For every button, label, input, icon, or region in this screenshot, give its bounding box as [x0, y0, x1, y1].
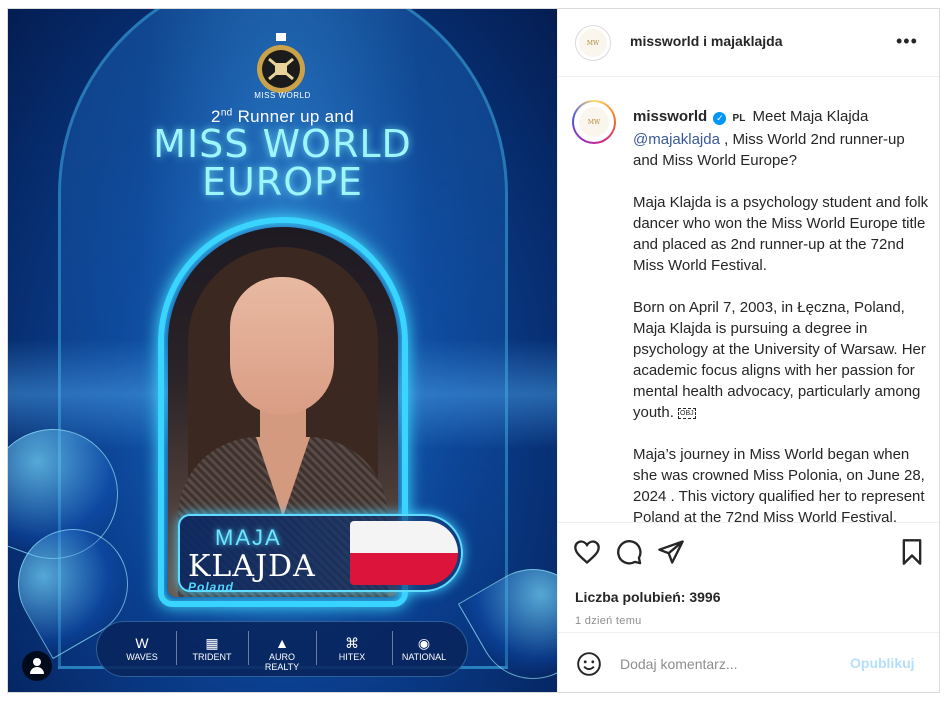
sponsor-label: NATIONAL — [401, 652, 447, 662]
sponsor-waves: W WAVES — [112, 635, 172, 662]
sponsor-label: WAVES — [126, 652, 158, 662]
poland-flag-icon — [350, 521, 458, 585]
sponsor-divider — [248, 631, 249, 665]
subtitle-ordinal: nd — [220, 107, 233, 119]
caption-paragraph-2: Born on April 7, 2003, in Łęczna, Poland… — [633, 297, 929, 423]
object-placeholder-icon: OBJ — [678, 408, 696, 419]
sponsor-divider — [392, 631, 393, 665]
image-title: MISS WORLD EUROPE — [8, 125, 557, 201]
portrait-neckline — [256, 437, 310, 517]
post-dialog: MISS WORLD 2nd Runner up and MISS WORLD … — [7, 8, 940, 693]
trident-logo-icon: ▦ — [205, 635, 219, 651]
caption-paragraph-3: Maja’s journey in Miss World began when … — [633, 446, 925, 522]
caption-paragraph-2-text: Born on April 7, 2003, in Łęczna, Poland… — [633, 299, 926, 421]
miss-world-logo-icon: MW — [587, 118, 601, 126]
comment-input[interactable] — [620, 651, 840, 677]
caption-scroll-area[interactable]: MW missworld ✓ PL Meet Maja Klajda @maja… — [558, 78, 939, 522]
comment-bubble-icon[interactable] — [615, 538, 643, 566]
comment-bar: Opublikuj — [558, 632, 939, 692]
contestant-country: Poland — [188, 580, 235, 594]
poland-flag-emoji: PL — [732, 113, 746, 124]
sponsor-label: TRIDENT — [192, 652, 232, 662]
post-sidebar: MW missworld i majaklajda ••• MW misswor… — [557, 9, 939, 692]
hitex-logo-icon: ⌘ — [345, 635, 359, 651]
header-avatar[interactable]: MW — [575, 25, 611, 61]
like-heart-icon[interactable] — [573, 538, 601, 566]
image-title-line-1: MISS WORLD — [153, 122, 412, 166]
caption-intro: Meet Maja Klajda — [748, 108, 869, 125]
national-logo-icon: ◉ — [417, 635, 431, 651]
sponsor-divider — [176, 631, 177, 665]
share-send-icon[interactable] — [657, 538, 685, 566]
caption-avatar[interactable]: MW — [574, 102, 614, 142]
auro-logo-icon: ▲ — [275, 635, 289, 651]
post-comment-button[interactable]: Opublikuj — [850, 655, 915, 671]
caption-paragraph-1: Maja Klajda is a psychology student and … — [633, 194, 929, 274]
post-header: MW missworld i majaklajda ••• — [558, 9, 939, 77]
sponsor-national: ◉ NATIONAL — [394, 635, 454, 662]
image-title-line-2: EUROPE — [201, 160, 364, 204]
caption-text: missworld ✓ PL Meet Maja Klajda @majakla… — [633, 106, 929, 522]
sponsor-trident: ▦ TRIDENT — [182, 635, 242, 662]
save-bookmark-icon[interactable] — [898, 538, 926, 566]
sponsor-hitex: ⌘ HITEX — [322, 635, 382, 662]
sponsor-label: HITEX — [338, 652, 366, 662]
sponsor-label: AURO REALTY — [264, 652, 300, 672]
post-timestamp[interactable]: 1 dzień temu — [575, 615, 642, 627]
action-bar: Liczba polubień: 3996 1 dzień temu — [558, 522, 939, 632]
miss-world-logo-icon: MW — [586, 39, 600, 47]
contestant-last-name: KLAJDA — [188, 549, 316, 584]
waves-logo-icon: W — [135, 635, 149, 651]
sponsor-divider — [316, 631, 317, 665]
more-options-icon[interactable]: ••• — [896, 31, 918, 52]
emoji-icon[interactable] — [576, 651, 602, 677]
sponsor-auro-realty: ▲ AURO REALTY — [252, 635, 312, 672]
contestant-first-name: MAJA — [215, 525, 282, 550]
tagged-users-button[interactable] — [22, 651, 52, 681]
caption-username[interactable]: missworld — [633, 108, 707, 125]
user-icon — [33, 658, 41, 666]
post-image[interactable]: MISS WORLD 2nd Runner up and MISS WORLD … — [8, 9, 557, 692]
story-ring[interactable]: MW — [572, 100, 616, 144]
likes-count[interactable]: Liczba polubień: 3996 — [575, 589, 720, 605]
crest-label: MISS WORLD — [254, 91, 311, 100]
mention-link[interactable]: @majaklajda — [633, 131, 720, 148]
header-usernames[interactable]: missworld i majaklajda — [630, 33, 783, 49]
verified-badge-icon: ✓ — [713, 112, 727, 125]
portrait-face — [230, 277, 334, 415]
miss-world-crest-icon — [257, 33, 305, 93]
